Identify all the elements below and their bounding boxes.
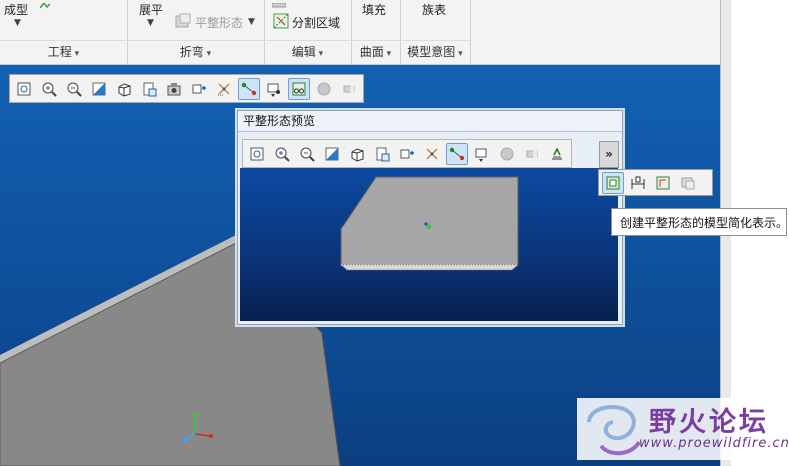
- appearance-icon[interactable]: [496, 143, 518, 165]
- split-region-button-label[interactable]: 分割区域: [292, 14, 340, 31]
- family-table-button-label[interactable]: 族表: [422, 1, 446, 18]
- preview-title[interactable]: 平整形态预览: [238, 111, 622, 132]
- flyout-toolbar: [598, 169, 713, 196]
- surface-group-name[interactable]: 曲面: [351, 43, 400, 60]
- view-manager-icon[interactable]: [163, 78, 185, 100]
- csys-triad-icon: [182, 413, 213, 443]
- refit-icon[interactable]: [13, 78, 35, 100]
- bend-group: 展平 ▼ 平整形态 ▼ 折弯: [127, 0, 265, 64]
- watermark-title: 野火论坛: [649, 407, 769, 438]
- more-tools-button[interactable]: »: [599, 141, 619, 168]
- edit-tool-icon: [271, 0, 287, 8]
- spin-center-icon[interactable]: [446, 142, 468, 165]
- zoom-in-icon[interactable]: [271, 143, 293, 165]
- display-style-icon[interactable]: [113, 78, 135, 100]
- preview-canvas[interactable]: [240, 168, 618, 321]
- ribbon: 成型 ▼ 工程 展平 ▼ 平整形态 ▼ 折弯 分割区域 编辑 填充 曲面: [0, 0, 720, 65]
- zoom-in-icon[interactable]: [38, 78, 60, 100]
- flat-state-icon: [175, 13, 191, 29]
- split-region-icon: [273, 13, 289, 29]
- edit-group: 分割区域 编辑: [264, 0, 352, 64]
- appearance-icon[interactable]: [313, 78, 335, 100]
- spin-center-icon[interactable]: [238, 77, 260, 100]
- view-manager-icon[interactable]: [396, 143, 418, 165]
- preview-toolbar: [242, 139, 572, 168]
- section-icon[interactable]: [521, 143, 543, 165]
- zoom-out-icon[interactable]: [296, 143, 318, 165]
- simplified-rep-icon[interactable]: [602, 171, 624, 194]
- section-icon[interactable]: [338, 78, 360, 100]
- display-style-icon[interactable]: [346, 143, 368, 165]
- saved-views-icon[interactable]: [371, 143, 393, 165]
- named-view-icon[interactable]: [188, 78, 210, 100]
- annotation-icon[interactable]: [263, 78, 285, 100]
- flat-state-button-label[interactable]: 平整形态: [195, 14, 243, 31]
- sketch-icon: [39, 0, 51, 9]
- model-intent-group: 族表 模型意图: [400, 0, 471, 64]
- perspective-icon[interactable]: [288, 77, 310, 100]
- edit-group-name[interactable]: 编辑: [264, 43, 351, 60]
- datum-display-icon[interactable]: [421, 143, 443, 165]
- watermark-url: www.proewildfire.cn: [639, 436, 789, 451]
- annotation-icon[interactable]: [471, 143, 493, 165]
- tooltip: 创建平整形态的模型简化表示。: [611, 208, 788, 236]
- engineering-group: 成型 ▼ 工程: [0, 0, 128, 64]
- engineering-group-name[interactable]: 工程: [0, 43, 127, 60]
- form-button-label[interactable]: 成型: [4, 1, 28, 18]
- repaint-icon[interactable]: [88, 78, 110, 100]
- datum-display-icon[interactable]: [213, 78, 235, 100]
- model-intent-group-name[interactable]: 模型意图: [400, 43, 470, 60]
- dimension-icon[interactable]: [627, 172, 649, 194]
- bend-group-name[interactable]: 折弯: [127, 43, 264, 60]
- fill-button-label[interactable]: 填充: [362, 1, 386, 18]
- flat-state-preview-window[interactable]: 平整形态预览 »: [237, 110, 623, 325]
- layer-icon[interactable]: [677, 172, 699, 194]
- chevron-down-icon[interactable]: ▼: [14, 18, 21, 28]
- chevron-down-icon[interactable]: ▼: [147, 18, 154, 28]
- saved-views-icon[interactable]: [138, 78, 160, 100]
- forum-logo-icon: [587, 405, 641, 456]
- refit-icon[interactable]: [246, 143, 268, 165]
- watermark: 野火论坛 www.proewildfire.cn: [577, 398, 789, 460]
- surface-group: 填充 曲面: [351, 0, 401, 64]
- flat-pattern-shape: [340, 176, 519, 271]
- flat-pattern-icon[interactable]: [652, 172, 674, 194]
- graphics-toolbar: [9, 74, 364, 103]
- unbend-button-label[interactable]: 展平: [139, 1, 163, 18]
- unbend-view-icon[interactable]: [546, 143, 568, 165]
- chevron-down-icon[interactable]: ▼: [248, 17, 255, 27]
- zoom-out-icon[interactable]: [63, 78, 85, 100]
- repaint-icon[interactable]: [321, 143, 343, 165]
